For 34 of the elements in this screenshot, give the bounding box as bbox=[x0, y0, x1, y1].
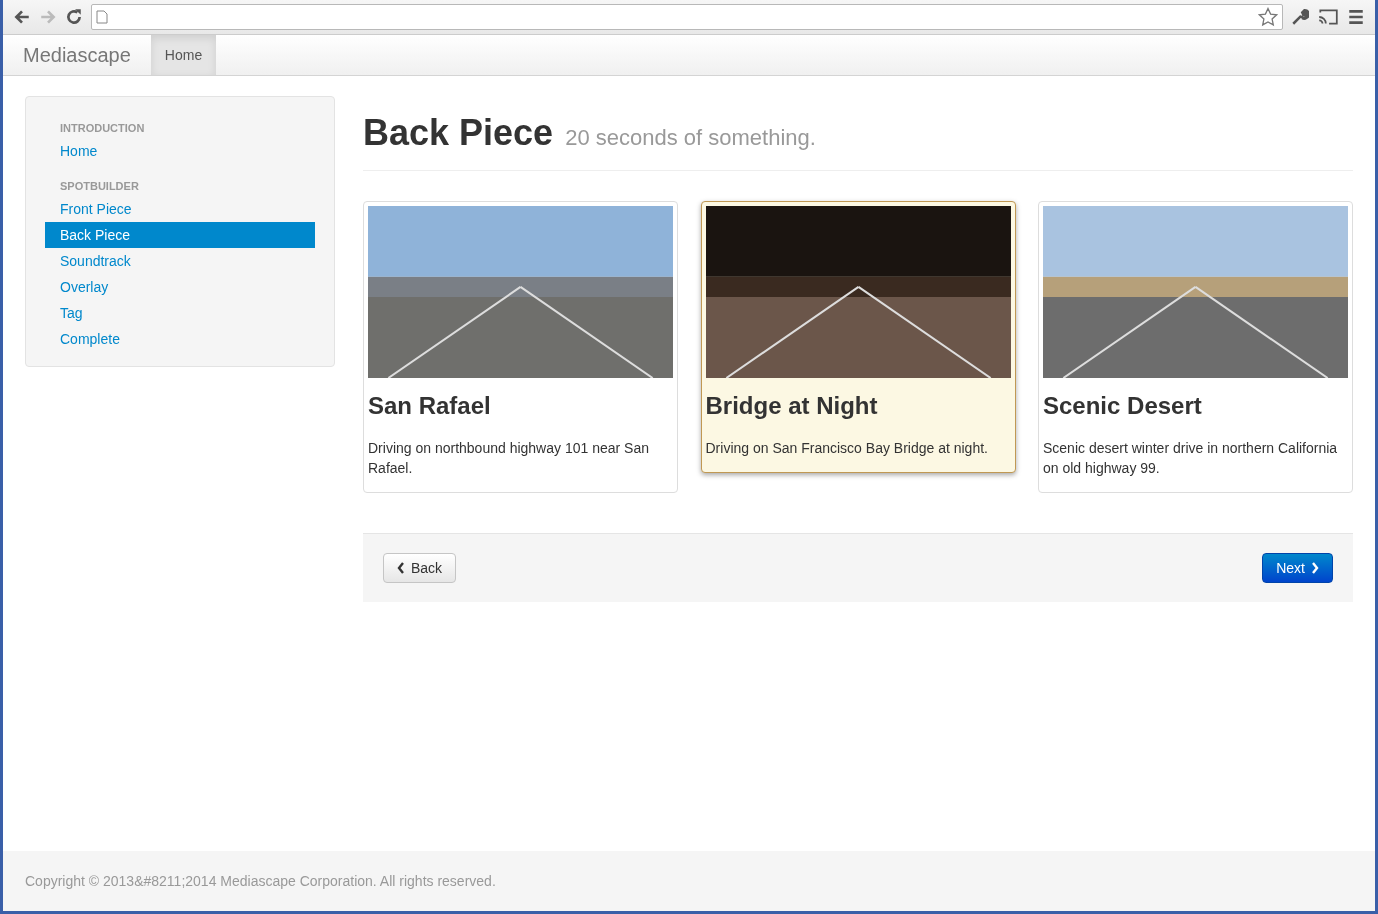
next-button[interactable]: Next bbox=[1262, 553, 1333, 583]
clip-card[interactable]: San Rafael Driving on northbound highway 101 near San Rafael. bbox=[363, 201, 678, 493]
sidebar-item[interactable]: Home bbox=[45, 138, 315, 164]
menu-icon[interactable] bbox=[1347, 8, 1365, 26]
clip-card[interactable]: Scenic Desert Scenic desert winter drive in northern California on old highway 99. bbox=[1038, 201, 1353, 493]
sidebar-item[interactable]: Front Piece bbox=[45, 196, 315, 222]
back-arrow-icon[interactable] bbox=[13, 8, 31, 26]
cast-icon[interactable] bbox=[1317, 8, 1339, 26]
sidebar-item[interactable]: Back Piece bbox=[45, 222, 315, 248]
nav-tab[interactable]: Home bbox=[150, 35, 217, 75]
wrench-icon[interactable] bbox=[1291, 8, 1309, 26]
page-subtitle: 20 seconds of something. bbox=[565, 125, 816, 151]
sidebar-heading: SPOTBUILDER bbox=[59, 179, 140, 194]
sidebar-item[interactable]: Tag bbox=[45, 300, 315, 326]
sidebar-heading: INTRODUCTION bbox=[59, 121, 146, 136]
sidebar-item[interactable]: Overlay bbox=[45, 274, 315, 300]
clip-title: Scenic Desert bbox=[1043, 392, 1203, 420]
page-title: Back Piece bbox=[363, 112, 554, 154]
clip-title: San Rafael bbox=[368, 392, 492, 420]
brand-name[interactable]: Mediascape bbox=[3, 35, 151, 75]
sidebar-item[interactable]: Complete bbox=[45, 326, 315, 352]
clip-description: Scenic desert winter drive in northern California on old highway 99. bbox=[1043, 439, 1339, 478]
clip-title: Bridge at Night bbox=[705, 392, 879, 420]
clip-description: Driving on San Francisco Bay Bridge at night. bbox=[705, 439, 989, 458]
page-icon bbox=[96, 10, 108, 24]
reload-icon[interactable] bbox=[65, 8, 83, 26]
clip-description: Driving on northbound highway 101 near San Rafael. bbox=[368, 439, 650, 478]
star-icon[interactable] bbox=[1258, 7, 1278, 27]
copyright-text: Copyright © 2013&#8211;2014 Mediascape Corporation. All rights reserved. bbox=[25, 873, 496, 889]
chevron-left-icon bbox=[397, 562, 405, 574]
back-button[interactable]: Back bbox=[383, 553, 457, 583]
sidebar-item[interactable]: Soundtrack bbox=[45, 248, 315, 274]
clip-card[interactable]: Bridge at Night Driving on San Francisco Bay Bridge at night. bbox=[700, 201, 1016, 473]
chevron-right-icon bbox=[1311, 562, 1319, 574]
